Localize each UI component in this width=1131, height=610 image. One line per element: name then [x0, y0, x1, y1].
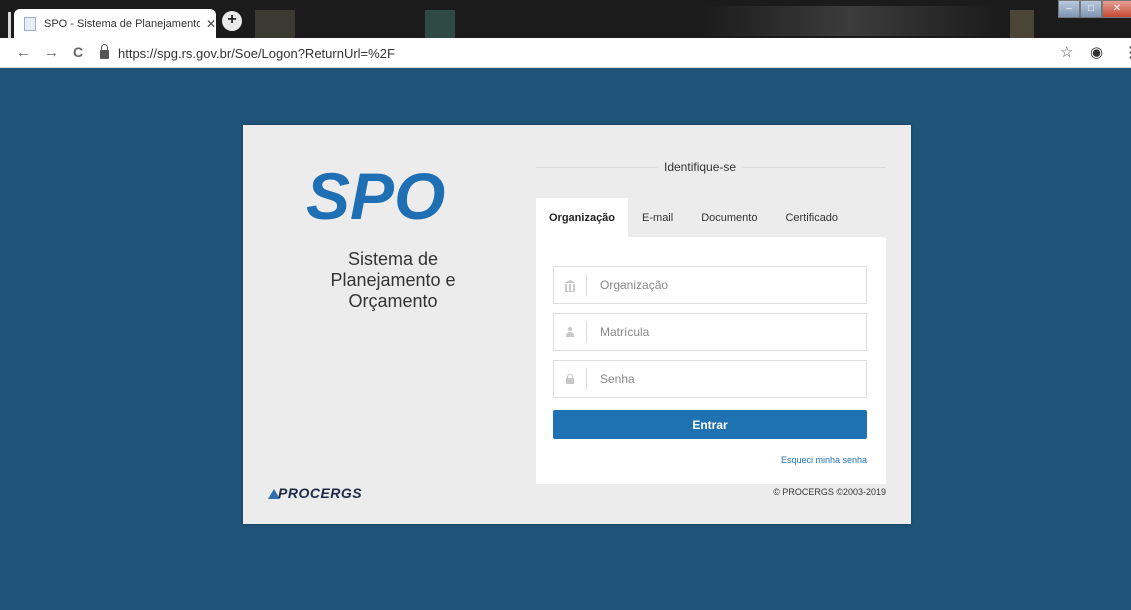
copyright-text: © PROCERGS ©2003-2019: [773, 487, 886, 497]
window-controls: – □ ✕: [1058, 0, 1131, 20]
login-heading: Identifique-se: [657, 160, 744, 174]
profile-icon[interactable]: ◉: [1090, 43, 1103, 61]
secure-lock-icon: [100, 44, 109, 59]
tab-certificado[interactable]: Certificado: [771, 198, 852, 237]
entrar-button[interactable]: Entrar: [553, 410, 867, 439]
desktop-background: [425, 10, 455, 38]
url-text: https://spg.rs.gov.br/Soe/Logon?ReturnUr…: [118, 45, 395, 61]
forgot-password-link[interactable]: Esqueci minha senha: [781, 455, 867, 465]
spo-logo-graphic: SPO: [306, 163, 445, 225]
maximize-window-button[interactable]: □: [1080, 0, 1102, 18]
back-arrow-icon[interactable]: ←: [16, 44, 31, 61]
new-tab-button[interactable]: +: [222, 11, 242, 31]
system-name-line: Orçamento: [348, 291, 438, 311]
senha-input[interactable]: [587, 372, 857, 386]
login-method-tabs: Organização E-mail Documento Certificado: [536, 198, 852, 237]
page-favicon-icon: [24, 16, 36, 31]
organizacao-field: [553, 266, 867, 304]
senha-field: [553, 360, 867, 398]
logo-letters: SPO: [306, 163, 445, 225]
forward-arrow-icon[interactable]: →: [44, 44, 59, 61]
user-icon: [554, 314, 586, 350]
lock-icon: [554, 361, 586, 397]
login-form: Entrar Esqueci minha senha: [536, 237, 886, 484]
procergs-text: PROCERGS: [278, 485, 363, 501]
close-window-button[interactable]: ✕: [1102, 0, 1131, 18]
window-grip: [8, 12, 11, 38]
browser-tab-title: SPO - Sistema de Planejamento e: [44, 17, 200, 30]
matricula-field: [553, 313, 867, 351]
reload-icon[interactable]: C: [73, 44, 83, 60]
desktop-background: [1010, 10, 1034, 38]
browser-menu-icon[interactable]: ⋮: [1123, 43, 1131, 61]
bookmark-star-icon[interactable]: ☆: [1060, 43, 1073, 61]
browser-tab-strip: SPO - Sistema de Planejamento e ✕ + – □ …: [0, 0, 1131, 38]
system-name: Sistema de Planejamento e Orçamento: [283, 249, 503, 312]
tab-documento[interactable]: Documento: [687, 198, 771, 237]
desktop-background: [700, 6, 1000, 36]
spo-logo: SPO: [306, 163, 476, 225]
close-tab-icon[interactable]: ✕: [206, 17, 216, 31]
tab-email[interactable]: E-mail: [628, 198, 687, 237]
matricula-input[interactable]: [587, 325, 857, 339]
url-field[interactable]: https://spg.rs.gov.br/Soe/Logon?ReturnUr…: [100, 42, 1050, 64]
procergs-logo: PROCERGS: [268, 485, 362, 501]
system-name-line: Planejamento e: [330, 270, 456, 290]
browser-tab[interactable]: SPO - Sistema de Planejamento e ✕: [14, 9, 216, 38]
minimize-window-button[interactable]: –: [1058, 0, 1080, 18]
browser-address-bar: ← → C https://spg.rs.gov.br/Soe/Logon?Re…: [0, 38, 1131, 68]
desktop-background: [255, 10, 295, 38]
organizacao-input[interactable]: [587, 278, 857, 292]
tab-organizacao[interactable]: Organização: [536, 198, 629, 237]
login-card: SPO Sistema de Planejamento e Orçamento …: [243, 125, 911, 524]
bank-icon: [554, 267, 586, 303]
system-name-line: Sistema de: [347, 249, 439, 269]
